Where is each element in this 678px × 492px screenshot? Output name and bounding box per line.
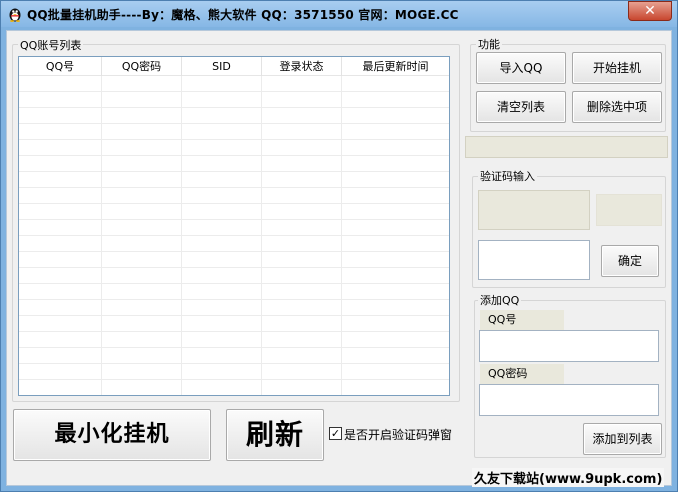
- table-body[interactable]: [19, 76, 449, 395]
- title-bar[interactable]: QQ批量挂机助手----By：魔格、熊大软件 QQ：3571550 官网：MOG…: [1, 1, 677, 27]
- account-list-table[interactable]: QQ号 QQ密码 SID 登录状态 最后更新时间: [18, 56, 450, 396]
- qq-password-input[interactable]: [479, 384, 659, 416]
- window-title: QQ批量挂机助手----By：魔格、熊大软件 QQ：3571550 官网：MOG…: [27, 8, 459, 22]
- functions-label: 功能: [476, 36, 502, 52]
- column-header-last-update[interactable]: 最后更新时间: [342, 57, 449, 76]
- watermark-text: 久友下载站(www.9upk.com): [472, 468, 665, 487]
- delete-selected-button[interactable]: 删除选中项: [572, 91, 662, 123]
- account-list-label: QQ账号列表: [18, 37, 84, 53]
- qq-number-input[interactable]: [479, 330, 659, 362]
- import-qq-button[interactable]: 导入QQ: [476, 52, 566, 84]
- checkmark-icon: ✓: [330, 427, 341, 440]
- status-bar-panel: [465, 136, 668, 158]
- captcha-confirm-button[interactable]: 确定: [601, 245, 659, 277]
- column-header-login-status[interactable]: 登录状态: [262, 57, 342, 76]
- refresh-button[interactable]: 刷新: [226, 409, 324, 461]
- clear-list-button[interactable]: 清空列表: [476, 91, 566, 123]
- minimize-button[interactable]: 最小化挂机: [13, 409, 211, 461]
- add-qq-label: 添加QQ: [478, 292, 522, 308]
- column-header-qq[interactable]: QQ号: [19, 57, 102, 76]
- table-header: QQ号 QQ密码 SID 登录状态 最后更新时间: [19, 57, 449, 76]
- start-button[interactable]: 开始挂机: [572, 52, 662, 84]
- captcha-popup-checkbox[interactable]: ✓: [329, 427, 342, 440]
- column-header-sid[interactable]: SID: [182, 57, 262, 76]
- close-button[interactable]: ✕: [628, 1, 672, 21]
- qq-password-label: QQ密码: [480, 364, 564, 384]
- captcha-image: [478, 190, 590, 230]
- captcha-input[interactable]: [478, 240, 590, 280]
- captcha-popup-label[interactable]: 是否开启验证码弹窗: [344, 426, 452, 443]
- qq-penguin-icon: [9, 8, 21, 22]
- qq-number-label: QQ号: [480, 310, 564, 330]
- add-to-list-button[interactable]: 添加到列表: [583, 423, 662, 455]
- column-header-password[interactable]: QQ密码: [102, 57, 182, 76]
- captcha-label: 验证码输入: [478, 168, 537, 184]
- captcha-refresh-area: [596, 194, 662, 226]
